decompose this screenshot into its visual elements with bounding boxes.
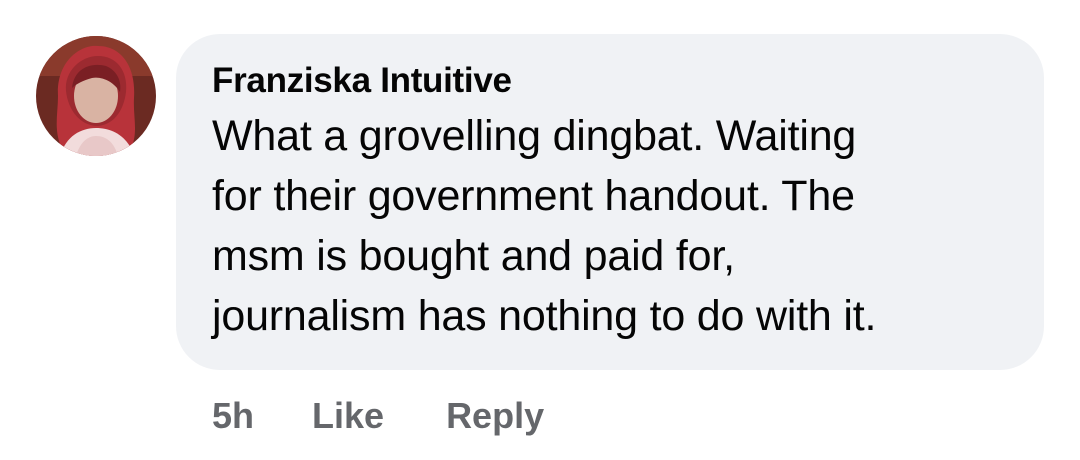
comment-bubble: Franziska Intuitive What a grovelling di… — [176, 34, 1044, 370]
comment-text: What a grovelling dingbat. Waiting for t… — [212, 112, 877, 340]
profile-photo-icon — [36, 36, 156, 156]
like-button[interactable]: Like — [312, 392, 384, 440]
comment: Franziska Intuitive What a grovelling di… — [0, 0, 1080, 460]
comment-timestamp[interactable]: 5h — [212, 392, 254, 440]
avatar[interactable] — [36, 36, 156, 156]
reply-button[interactable]: Reply — [446, 392, 544, 440]
comment-actions: 5h Like Reply — [212, 392, 544, 440]
comment-author[interactable]: Franziska Intuitive — [212, 60, 1014, 102]
